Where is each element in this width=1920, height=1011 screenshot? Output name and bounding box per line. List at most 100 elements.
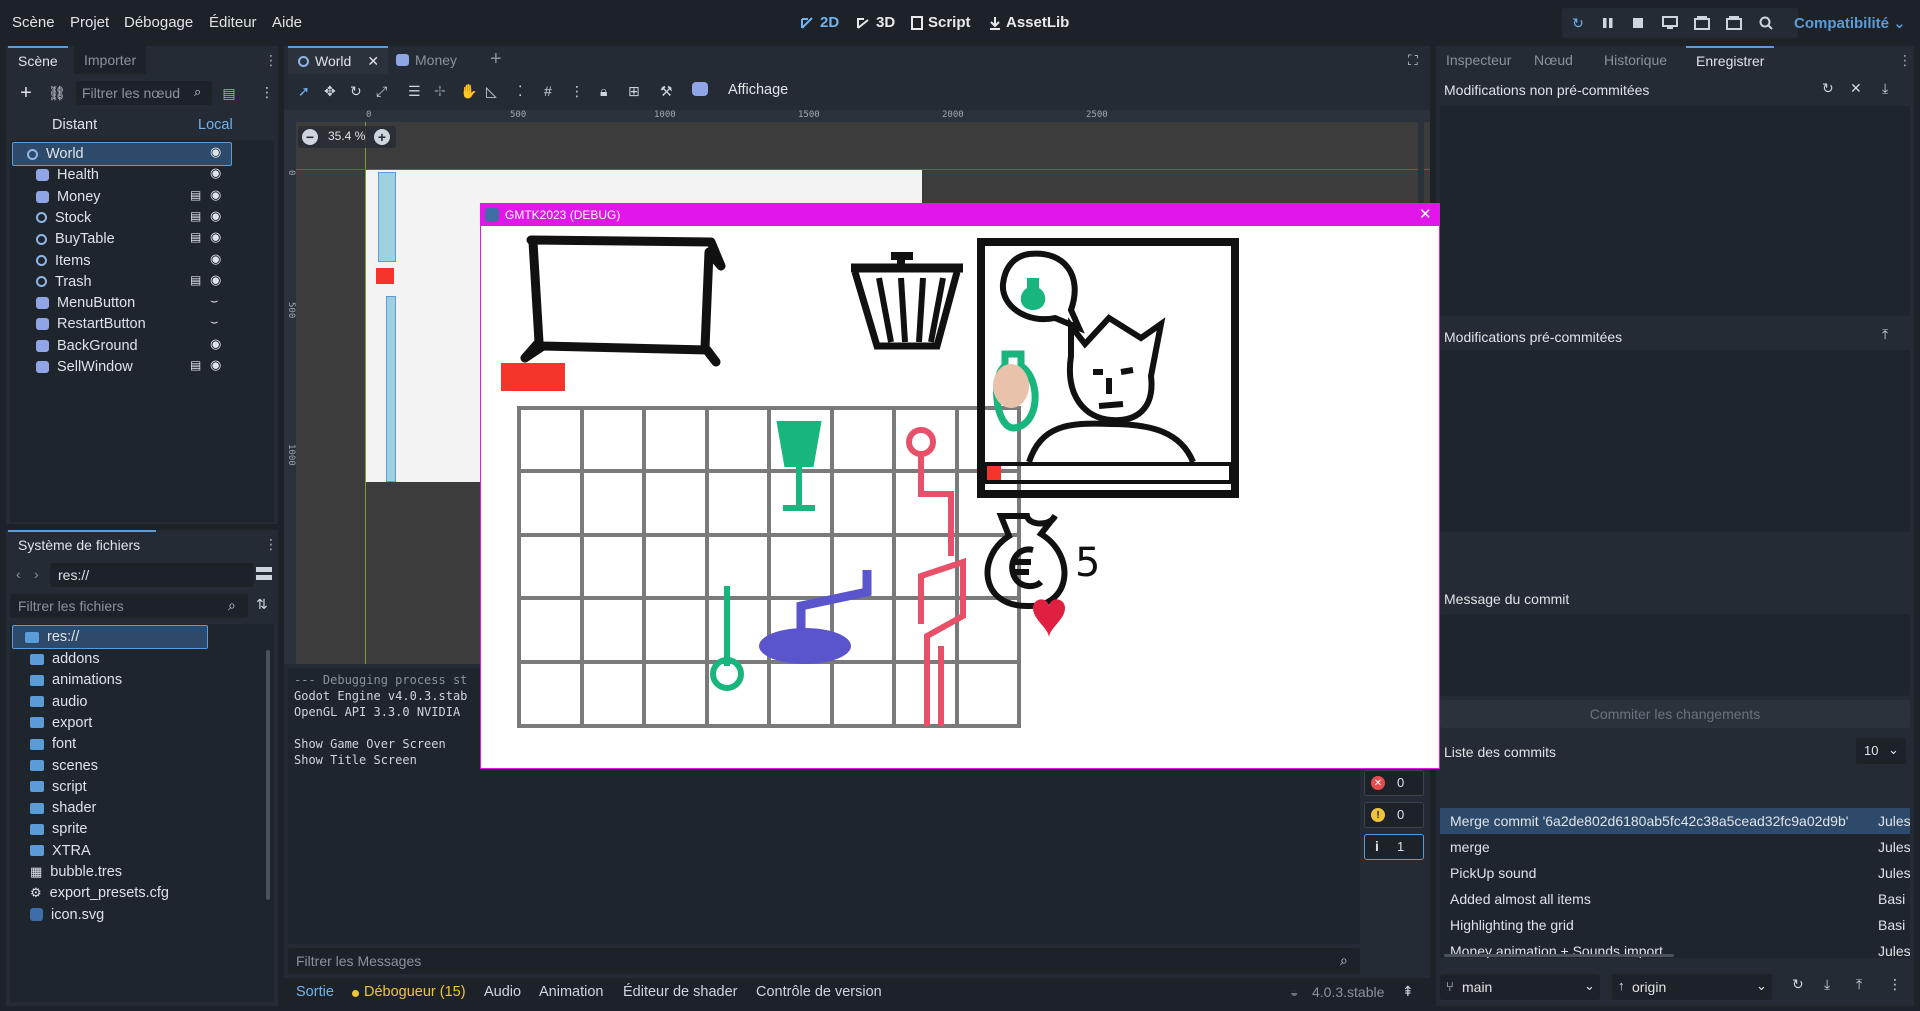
scene-options-icon[interactable]: ⋮ bbox=[260, 84, 274, 101]
scene-node-sellwindow[interactable]: SellWindow bbox=[28, 355, 234, 379]
movie-maker-icon[interactable] bbox=[1754, 12, 1778, 34]
commit-button[interactable]: Commiter les changements bbox=[1440, 700, 1910, 728]
zoom-level[interactable]: 35.4 % bbox=[328, 129, 365, 143]
visibility-hidden-icon[interactable]: ⌣ bbox=[210, 293, 219, 309]
add-node-icon[interactable]: + bbox=[16, 82, 36, 104]
close-icon[interactable]: ✕ bbox=[367, 53, 379, 70]
commit-row[interactable]: merge Jules bbox=[1440, 834, 1910, 860]
play-scene-icon[interactable] bbox=[1690, 12, 1714, 34]
game-window[interactable]: GMTK2023 (DEBUG) ✕ 5 bbox=[480, 203, 1440, 769]
menu-debug[interactable]: Débogage bbox=[124, 14, 193, 31]
view-menu[interactable]: Affichage bbox=[728, 82, 788, 98]
tab-debugger[interactable]: Débogueur (15) bbox=[364, 984, 466, 1000]
reload-icon[interactable]: ↻ bbox=[1566, 12, 1590, 34]
menu-editor[interactable]: Éditeur bbox=[209, 14, 257, 31]
lock-icon[interactable]: 🔒︎ bbox=[600, 83, 607, 100]
refresh-icon[interactable]: ↻ bbox=[1822, 80, 1834, 97]
menu-scene[interactable]: Scène bbox=[12, 14, 55, 31]
script-icon[interactable]: ▤ bbox=[190, 188, 201, 202]
unstage-all-icon[interactable]: ⤒ bbox=[1882, 326, 1888, 343]
smart-snap-icon[interactable]: ⁚ bbox=[518, 83, 522, 100]
group-icon[interactable]: ⊞ bbox=[628, 83, 640, 100]
back-icon[interactable]: ‹ bbox=[16, 566, 21, 582]
pull-icon[interactable]: ⤓ bbox=[1824, 976, 1830, 993]
fs-item-icon-svg[interactable]: icon.svg bbox=[22, 903, 104, 927]
right-dock-menu-icon[interactable]: ⋮ bbox=[1898, 52, 1912, 69]
close-icon[interactable]: ✕ bbox=[1419, 205, 1432, 223]
script-icon[interactable]: ▤ bbox=[190, 358, 201, 372]
remote-select[interactable]: ↑ origin ⌄ bbox=[1612, 974, 1772, 1000]
stop-icon[interactable] bbox=[1626, 12, 1650, 34]
commit-row[interactable]: PickUp sound Jules bbox=[1440, 860, 1910, 886]
fs-root[interactable]: res:// bbox=[12, 625, 208, 649]
file-filter-input[interactable]: Filtrer les fichiers ⌕ bbox=[10, 594, 248, 618]
visibility-icon[interactable]: ◉ bbox=[210, 251, 221, 267]
forward-icon[interactable]: › bbox=[34, 566, 39, 582]
fs-scrollbar[interactable] bbox=[266, 650, 270, 900]
visibility-icon[interactable]: ◉ bbox=[210, 165, 221, 181]
tab-history[interactable]: Historique bbox=[1594, 46, 1677, 74]
snap-options-icon[interactable]: ⋮ bbox=[570, 83, 584, 100]
warnings-filter[interactable]: ! 0 bbox=[1364, 802, 1424, 828]
tab-node[interactable]: Nœud bbox=[1524, 46, 1583, 74]
visibility-icon[interactable]: ◉ bbox=[210, 187, 221, 203]
mode-2d-button[interactable]: 2D bbox=[800, 14, 839, 31]
commit-message-input[interactable] bbox=[1440, 614, 1910, 696]
sort-icon[interactable]: ⇅ bbox=[256, 596, 268, 613]
tab-filesystem[interactable]: Système de fichiers bbox=[8, 530, 156, 558]
tab-audio[interactable]: Audio bbox=[484, 984, 521, 1000]
pause-icon[interactable] bbox=[1596, 12, 1620, 34]
discard-all-icon[interactable]: ✕ bbox=[1850, 80, 1862, 97]
tab-scene[interactable]: Scène bbox=[8, 46, 68, 74]
zoom-out-icon[interactable]: − bbox=[302, 129, 318, 145]
tab-import[interactable]: Importer bbox=[74, 46, 147, 74]
fetch-icon[interactable]: ↻ bbox=[1792, 976, 1804, 993]
tab-inspector[interactable]: Inspecteur bbox=[1436, 46, 1521, 74]
editor-tab-money[interactable]: Money bbox=[396, 46, 457, 74]
script-icon[interactable]: ▤ bbox=[190, 273, 201, 287]
tab-shader-editor[interactable]: Éditeur de shader bbox=[623, 984, 737, 1000]
play-custom-scene-icon[interactable] bbox=[1722, 12, 1746, 34]
commit-row[interactable]: Highlighting the grid Basi bbox=[1440, 912, 1910, 938]
message-filter-input[interactable]: Filtrer les Messages ⌕ bbox=[288, 948, 1360, 974]
attach-script-icon[interactable]: ▤ bbox=[220, 84, 238, 102]
menu-help[interactable]: Aide bbox=[272, 14, 302, 31]
remote-debug-icon[interactable] bbox=[1658, 12, 1682, 34]
tab-animation[interactable]: Animation bbox=[539, 984, 603, 1000]
push-icon[interactable]: ⤒ bbox=[1856, 976, 1862, 993]
visibility-hidden-icon[interactable]: ⌣ bbox=[210, 314, 219, 330]
errors-filter[interactable]: ✕ 0 bbox=[1364, 770, 1424, 796]
tab-commit[interactable]: Enregistrer bbox=[1686, 46, 1775, 74]
fullscreen-icon[interactable]: ⛶ bbox=[1408, 52, 1418, 69]
pivot-tool-icon[interactable]: ✢ bbox=[434, 83, 446, 100]
visibility-icon[interactable]: ◉ bbox=[210, 229, 221, 245]
skeleton-icon[interactable]: ⚒ bbox=[660, 83, 673, 100]
tab-output[interactable]: Sortie bbox=[296, 984, 334, 1000]
camera-override-icon[interactable] bbox=[692, 82, 708, 96]
path-field[interactable]: res:// bbox=[50, 563, 254, 587]
editor-tab-world[interactable]: World ✕ bbox=[288, 46, 388, 74]
branch-select[interactable]: ⑂ main ⌄ bbox=[1440, 974, 1600, 1000]
local-tab[interactable]: Local bbox=[198, 117, 233, 133]
stage-all-icon[interactable]: ⤓ bbox=[1882, 80, 1888, 97]
link-icon[interactable]: ⛓ bbox=[48, 84, 66, 102]
mode-assetlib-button[interactable]: AssetLib bbox=[988, 14, 1069, 31]
visibility-icon[interactable]: ◉ bbox=[210, 272, 221, 288]
visibility-icon[interactable]: ◉ bbox=[210, 144, 221, 160]
script-icon[interactable]: ▤ bbox=[190, 230, 201, 244]
visibility-icon[interactable]: ◉ bbox=[210, 208, 221, 224]
dock-menu-icon[interactable]: ⋮ bbox=[264, 52, 278, 69]
list-select-icon[interactable]: ☰ bbox=[408, 83, 421, 100]
visibility-icon[interactable]: ◉ bbox=[210, 336, 221, 352]
remote-tab[interactable]: Distant bbox=[52, 117, 97, 133]
commit-row[interactable]: Added almost all items Basi bbox=[1440, 886, 1910, 912]
pan-tool-icon[interactable]: ✋ bbox=[460, 83, 477, 100]
script-icon[interactable]: ▤ bbox=[190, 209, 201, 223]
scale-tool-icon[interactable]: ⤢ bbox=[376, 83, 387, 100]
select-tool-icon[interactable]: ➚ bbox=[298, 83, 310, 100]
ruler-tool-icon[interactable]: ◺ bbox=[486, 83, 497, 100]
add-tab-icon[interactable]: + bbox=[490, 48, 502, 71]
visibility-icon[interactable]: ◉ bbox=[210, 357, 221, 373]
zoom-in-icon[interactable]: + bbox=[374, 129, 390, 145]
pin-panel-icon[interactable]: ⇞ bbox=[1402, 983, 1414, 1000]
